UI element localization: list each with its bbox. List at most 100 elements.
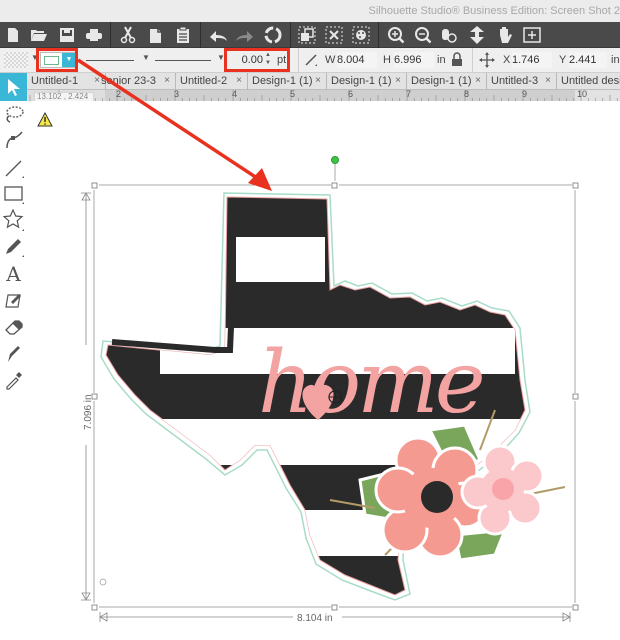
close-icon[interactable]: ×	[545, 73, 551, 89]
text-icon: A	[6, 262, 21, 286]
polygon-tool[interactable]	[2, 209, 25, 231]
star-icon	[2, 209, 24, 231]
new-document-button[interactable]	[2, 24, 24, 46]
ruler-number: 2	[116, 89, 122, 99]
width-label: W	[325, 54, 336, 66]
resize-handle-n[interactable]	[331, 182, 338, 189]
tab-label: Design-1 (1)	[252, 75, 313, 87]
line-style-preview	[155, 60, 211, 61]
design-canvas[interactable]: home 7.096 in 8.104 in	[27, 101, 620, 640]
open-button[interactable]	[28, 24, 50, 46]
close-icon[interactable]: ×	[475, 73, 481, 89]
rotate-handle[interactable]	[331, 156, 339, 164]
ruler-number: 6	[348, 89, 354, 99]
eraser-tool[interactable]	[2, 316, 25, 338]
select-tool[interactable]	[0, 73, 27, 101]
undo-icon	[210, 31, 227, 42]
close-icon[interactable]: ×	[315, 73, 321, 89]
rectangle-icon	[3, 186, 24, 204]
resize-handle-e[interactable]	[572, 393, 579, 400]
open-folder-icon	[31, 30, 47, 41]
redo-button[interactable]	[234, 24, 256, 46]
flower-center	[421, 481, 453, 513]
point-edit-tool[interactable]	[2, 103, 25, 125]
ruler-number: 10	[577, 89, 588, 99]
ungroup-button[interactable]	[323, 24, 345, 46]
rotation-center-icon[interactable]	[328, 390, 342, 404]
undo-button[interactable]	[207, 24, 229, 46]
lock-icon[interactable]	[451, 52, 463, 67]
paste-button[interactable]	[172, 24, 194, 46]
bezier-tool[interactable]	[2, 129, 25, 151]
tab-untitled-3[interactable]: Untitled-3 ×	[487, 73, 557, 90]
tab-senior-23-3[interactable]: senior 23-3 ×	[97, 73, 176, 90]
clipboard-icon	[177, 26, 189, 43]
ruler-number: 7	[406, 89, 412, 99]
height-input[interactable]	[394, 52, 434, 68]
text-edit-icon	[4, 294, 21, 308]
line-tool[interactable]	[2, 157, 25, 179]
scissors-icon	[120, 26, 136, 44]
y-position-input[interactable]	[569, 52, 607, 68]
tab-design-1-a[interactable]: Design-1 (1) ×	[248, 73, 327, 90]
resize-handle-sw[interactable]	[91, 604, 98, 611]
arrow-cursor-icon	[8, 79, 20, 96]
resize-handle-se[interactable]	[572, 604, 579, 611]
eyedropper-icon	[5, 372, 22, 390]
tab-untitled-1[interactable]: Untitled-1 ×	[27, 73, 106, 90]
fit-page-button[interactable]	[521, 24, 543, 46]
copy-button[interactable]	[145, 24, 167, 46]
warning-icon[interactable]	[37, 111, 53, 127]
new-document-icon	[8, 28, 18, 42]
zoom-in-icon	[388, 27, 405, 44]
width-input[interactable]	[337, 52, 377, 68]
eyedropper-tool[interactable]	[2, 369, 25, 391]
line-style-select-2[interactable]: ▼	[155, 52, 225, 68]
save-button[interactable]	[56, 24, 78, 46]
zoom-selected-button[interactable]	[438, 24, 460, 46]
line-style-select-1[interactable]: ▼	[86, 52, 150, 68]
resize-handle-nw[interactable]	[91, 182, 98, 189]
text-edit-tool[interactable]	[2, 289, 25, 311]
fill-pattern-button[interactable]	[350, 24, 372, 46]
flower-center	[492, 478, 514, 500]
redraw-button[interactable]	[262, 24, 284, 46]
text-tool[interactable]: A	[2, 262, 25, 286]
tab-label: Untitled design	[561, 75, 620, 87]
tab-untitled-2[interactable]: Untitled-2 ×	[176, 73, 248, 90]
palette-icon	[352, 26, 370, 44]
close-icon[interactable]: ×	[395, 73, 401, 89]
move-icon[interactable]	[479, 52, 495, 68]
height-label: H	[383, 54, 391, 66]
divider	[472, 48, 473, 73]
close-icon[interactable]: ×	[164, 73, 170, 89]
scale-icon[interactable]	[304, 53, 318, 67]
texas-inner-edge	[111, 237, 236, 353]
group-button[interactable]	[296, 24, 318, 46]
title-bar: Silhouette Studio® Business Edition: Scr…	[0, 0, 620, 22]
rectangle-tool[interactable]	[2, 183, 25, 205]
page-origin-icon	[99, 578, 107, 586]
copy-icon	[150, 29, 161, 43]
knife-tool[interactable]	[2, 343, 25, 365]
tab-design-1-c[interactable]: Design-1 (1) ×	[407, 73, 487, 90]
zoom-in-button[interactable]	[385, 24, 407, 46]
pan-button[interactable]	[494, 24, 516, 46]
move-down-button[interactable]	[466, 24, 488, 46]
fill-swatch[interactable]	[4, 52, 28, 68]
cut-button[interactable]	[117, 24, 139, 46]
close-icon[interactable]: ×	[236, 73, 242, 89]
resize-handle-ne[interactable]	[572, 182, 579, 189]
size-unit: in	[437, 54, 446, 66]
toolbar-separator	[290, 22, 291, 48]
resize-handle-s[interactable]	[331, 604, 338, 611]
stripe	[233, 237, 325, 282]
tab-untitled-design[interactable]: Untitled design	[557, 73, 620, 90]
pencil-tool[interactable]	[2, 236, 25, 258]
ruler-number: 4	[232, 89, 238, 99]
toolbar-separator	[200, 22, 201, 48]
print-button[interactable]	[83, 24, 105, 46]
tab-design-1-b[interactable]: Design-1 (1) ×	[327, 73, 407, 90]
x-position-input[interactable]	[512, 52, 552, 68]
zoom-out-button[interactable]	[412, 24, 434, 46]
